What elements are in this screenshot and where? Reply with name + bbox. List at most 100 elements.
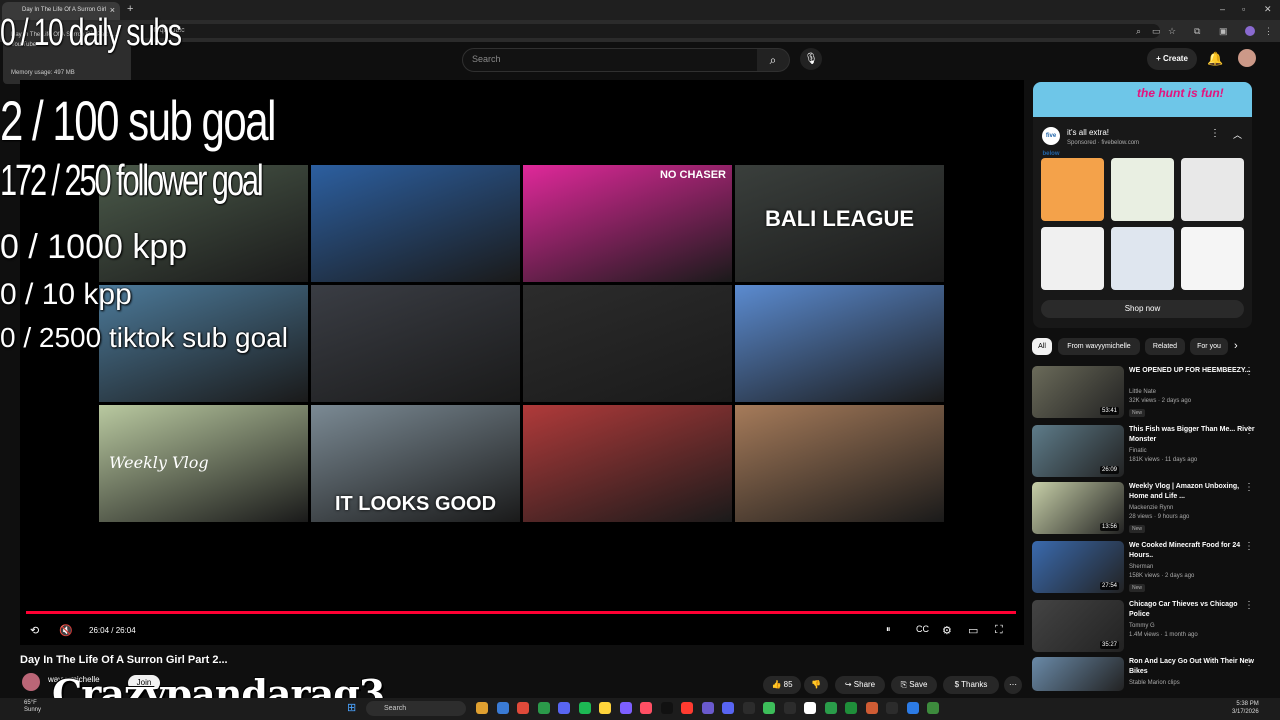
create-button[interactable]: + Create — [1147, 48, 1197, 70]
end-screen-video[interactable]: IT LOOKS GOOD — [311, 405, 520, 522]
share-button[interactable]: ↪ Share — [835, 676, 885, 694]
end-screen-video[interactable] — [311, 285, 520, 402]
video-title[interactable]: WE OPENED UP FOR HEEMBEEZY... — [1129, 366, 1257, 376]
video-title[interactable]: Weekly Vlog | Amazon Unboxing, Home and … — [1129, 482, 1257, 502]
recommended-video[interactable]: 53:41 WE OPENED UP FOR HEEMBEEZY... Little… — [1032, 366, 1272, 420]
dislike-button[interactable]: 👎 — [804, 676, 828, 694]
taskbar-search[interactable]: Search — [366, 701, 466, 716]
video-title[interactable]: We Cooked Minecraft Food for 24 Hours.. — [1129, 541, 1257, 561]
taskbar-app-icon[interactable] — [865, 702, 878, 714]
ad-product-tile[interactable] — [1041, 227, 1104, 290]
taskbar-app-icon[interactable] — [742, 702, 755, 714]
taskbar-app-icon[interactable] — [783, 702, 796, 714]
channel-name[interactable]: Little Nate — [1129, 389, 1156, 395]
ad-product-tile[interactable] — [1181, 158, 1244, 221]
taskbar-app-icon[interactable] — [763, 702, 775, 714]
filter-chip[interactable]: For you — [1190, 338, 1228, 355]
taskbar-app-icon[interactable] — [640, 702, 652, 714]
video-title[interactable]: Chicago Car Thieves vs Chicago Police — [1129, 600, 1257, 620]
voice-search-button[interactable]: 🎙 — [800, 48, 822, 70]
close-window-icon[interactable]: ✕ — [1264, 4, 1272, 15]
filter-chip[interactable]: From wavyymichelle — [1058, 338, 1140, 355]
end-screen-video[interactable]: BALI LEAGUE — [735, 165, 944, 282]
taskbar-app-icon[interactable] — [578, 702, 591, 714]
more-options-icon[interactable]: ⋮ — [1244, 541, 1254, 552]
fullscreen-icon[interactable]: ⛶ — [995, 624, 1003, 637]
end-screen-video[interactable] — [735, 405, 944, 522]
taskbar-app-icon[interactable] — [824, 702, 837, 714]
save-button[interactable]: ⎘ Save — [891, 676, 937, 694]
ad-banner[interactable]: the hunt is fun! — [1033, 82, 1252, 117]
shop-now-button[interactable]: Shop now — [1041, 300, 1244, 318]
taskbar-app-icon[interactable] — [804, 702, 816, 714]
chips-next-icon[interactable]: › — [1234, 340, 1238, 352]
weather-widget[interactable]: 65°F Sunny — [24, 700, 41, 714]
recommended-video[interactable]: 13:56 Weekly Vlog | Amazon Unboxing, Home… — [1032, 482, 1272, 536]
url-field[interactable] — [100, 24, 1160, 38]
recommended-video[interactable]: 26:09 This Fish was Bigger Than Me... Riv… — [1032, 425, 1272, 479]
channel-name[interactable]: Tommy G — [1129, 623, 1155, 629]
recommended-video[interactable]: 35:27 Chicago Car Thieves vs Chicago Poli… — [1032, 600, 1272, 654]
recommended-video[interactable]: 27:54 We Cooked Minecraft Food for 24 Hou… — [1032, 541, 1272, 595]
taskbar-app-icon[interactable] — [701, 702, 714, 714]
clock[interactable]: 5:38 PM 3/17/2026 — [1232, 700, 1259, 716]
end-screen-video[interactable] — [523, 405, 732, 522]
video-title[interactable]: Ron And Lacy Go Out With Their New Bikes — [1129, 657, 1257, 677]
video-title[interactable]: This Fish was Bigger Than Me... River Mo… — [1129, 425, 1257, 445]
taskbar-app-icon[interactable] — [517, 702, 529, 714]
thanks-button[interactable]: $ Thanks — [943, 676, 999, 694]
taskbar-app-icon[interactable] — [681, 702, 693, 714]
channel-name[interactable]: Mackenzie Rynn — [1129, 505, 1173, 511]
settings-gear-icon[interactable]: ⚙ — [942, 624, 952, 637]
video-thumbnail[interactable] — [1032, 657, 1124, 691]
maximize-icon[interactable]: ▫ — [1242, 4, 1245, 14]
minimize-icon[interactable]: – — [1220, 4, 1225, 14]
like-button[interactable]: 👍 85 — [763, 676, 801, 694]
account-avatar[interactable] — [1238, 49, 1256, 67]
extensions-icon[interactable]: ⧉ — [1194, 26, 1200, 37]
taskbar-app-icon[interactable] — [537, 702, 550, 714]
more-options-icon[interactable]: ⋮ — [1244, 657, 1254, 668]
end-screen-video[interactable] — [523, 285, 732, 402]
sidepanel-icon[interactable]: ▣ — [1219, 26, 1228, 37]
more-actions-button[interactable]: ⋯ — [1004, 676, 1022, 694]
end-screen-video[interactable]: Weekly Vlog — [99, 405, 308, 522]
recommended-video[interactable]: Ron And Lacy Go Out With Their New Bikes… — [1032, 657, 1272, 695]
taskbar-app-icon[interactable] — [906, 702, 919, 714]
more-options-icon[interactable]: ⋮ — [1244, 482, 1254, 493]
ad-menu-icon[interactable]: ⋮ — [1210, 128, 1220, 139]
replay-icon[interactable]: ⟲ — [30, 624, 39, 637]
miniplayer-icon[interactable]: ▭ — [968, 624, 978, 637]
taskbar-app-icon[interactable] — [722, 702, 734, 714]
taskbar-app-icon[interactable] — [660, 702, 673, 714]
ad-product-tile[interactable] — [1111, 227, 1174, 290]
cast-icon[interactable]: ▭ — [1152, 26, 1161, 37]
ad-product-tile[interactable] — [1041, 158, 1104, 221]
filter-chip[interactable]: All — [1032, 338, 1052, 355]
notifications-bell-icon[interactable]: 🔔 — [1207, 51, 1223, 67]
taskbar-app-icon[interactable] — [599, 702, 611, 714]
taskbar-app-icon[interactable] — [886, 702, 898, 714]
channel-name[interactable]: Finatic — [1129, 448, 1147, 454]
more-options-icon[interactable]: ⋮ — [1244, 366, 1254, 377]
autoplay-toggle[interactable]: ⏸ — [886, 624, 891, 635]
collapse-chevron-icon[interactable]: ︿ — [1233, 128, 1242, 141]
taskbar-app-icon[interactable] — [496, 702, 509, 714]
more-options-icon[interactable]: ⋮ — [1244, 600, 1254, 611]
progress-bar[interactable] — [26, 611, 1016, 614]
bookmark-star-icon[interactable]: ☆ — [1168, 26, 1176, 37]
profile-avatar[interactable] — [1245, 26, 1255, 36]
taskbar-app-icon[interactable] — [619, 702, 632, 714]
sponsored-ad[interactable]: the hunt is fun! five below it's all ext… — [1033, 82, 1252, 328]
search-button[interactable]: ⌕ — [757, 48, 790, 72]
taskbar-app-icon[interactable] — [558, 702, 570, 714]
taskbar-app-icon[interactable] — [927, 702, 939, 714]
subtitles-icon[interactable]: CC — [916, 624, 929, 634]
ad-product-tile[interactable] — [1181, 227, 1244, 290]
more-options-icon[interactable]: ⋮ — [1244, 425, 1254, 436]
channel-name[interactable]: Stable Marion clips — [1129, 680, 1180, 686]
filter-chip[interactable]: Related — [1145, 338, 1185, 355]
menu-dots-icon[interactable]: ⋮ — [1264, 26, 1273, 37]
search-input[interactable] — [462, 48, 759, 72]
channel-avatar[interactable] — [22, 673, 40, 691]
